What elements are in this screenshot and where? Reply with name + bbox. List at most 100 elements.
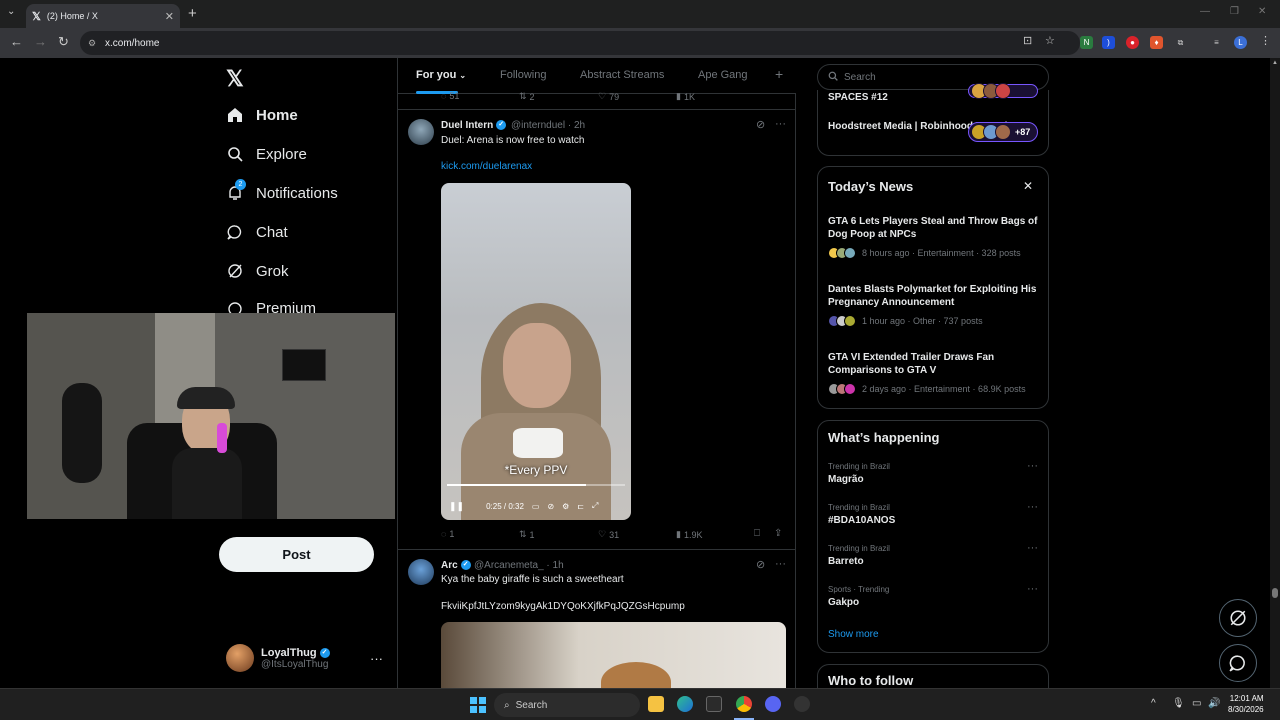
grok-icon[interactable]: ⊘ xyxy=(756,118,765,131)
windows-start-icon[interactable] xyxy=(470,697,486,713)
bookmark-star-icon[interactable]: ☆ xyxy=(1045,34,1055,47)
reply-button[interactable]: ◌ 1 xyxy=(441,529,454,539)
trend-name[interactable]: #BDA10ANOS xyxy=(828,515,895,526)
reply-button[interactable]: ◌ 51 xyxy=(441,91,459,101)
news-headline[interactable]: GTA VI Extended Trailer Draws Fan Compar… xyxy=(828,351,1040,377)
trend-name[interactable]: Magrão xyxy=(828,474,864,485)
tab-following[interactable]: Following xyxy=(500,69,546,81)
media-icon[interactable]: ≡ xyxy=(1210,36,1223,49)
page-scrollbar[interactable]: ▲ xyxy=(1270,58,1280,688)
share-icon[interactable]: ⇪ xyxy=(774,528,782,539)
grok-icon[interactable]: ⊘ xyxy=(756,558,765,571)
more-icon[interactable]: ··· xyxy=(1027,460,1038,472)
new-tab-icon[interactable]: + xyxy=(188,5,197,22)
forward-icon[interactable]: → xyxy=(34,34,47,49)
volume-icon[interactable]: 🔊 xyxy=(1208,698,1220,709)
bookmark-icon[interactable]: ⎕ xyxy=(754,528,760,539)
nav-chat[interactable]: Chat xyxy=(226,223,288,241)
tweet-link[interactable]: kick.com/duelarenax xyxy=(441,161,532,172)
space-listeners[interactable]: +87 xyxy=(968,122,1038,142)
news-headline[interactable]: GTA 6 Lets Players Steal and Throw Bags … xyxy=(828,215,1040,241)
views-button[interactable]: ▮ 1K xyxy=(676,91,695,102)
captions-icon[interactable]: ▭ xyxy=(532,502,540,511)
minimize-icon[interactable]: — xyxy=(1200,6,1210,17)
avatar[interactable] xyxy=(408,119,434,145)
more-icon[interactable]: ··· xyxy=(370,651,383,666)
more-icon[interactable]: ··· xyxy=(1027,583,1038,595)
taskbar-clock[interactable]: 12:01 AM 8/30/2026 xyxy=(1228,693,1264,715)
taskbar-search[interactable]: ⌕ Search xyxy=(494,693,640,717)
chrome-icon[interactable] xyxy=(736,696,752,712)
tweet-video[interactable]: *Every PPV ❚❚ 0:25 / 0:32 ▭ ⊘ ⚙ ⊏ ⤢ xyxy=(441,183,631,520)
browser-menu-icon[interactable]: ⋮ xyxy=(1260,34,1271,47)
trend-name[interactable]: Barreto xyxy=(828,556,864,567)
chat-fab-button[interactable] xyxy=(1219,644,1257,682)
extension-icon[interactable]: N xyxy=(1080,36,1093,49)
pip-icon[interactable]: ⊏ xyxy=(577,502,584,511)
tweet-author[interactable]: Arc ✓ xyxy=(441,560,471,571)
show-more-link[interactable]: Show more xyxy=(828,629,879,640)
nav-explore[interactable]: Explore xyxy=(226,145,307,163)
extensions-puzzle-icon[interactable]: ⧉ xyxy=(1174,36,1187,49)
nav-home[interactable]: Home xyxy=(226,106,298,124)
settings-icon[interactable] xyxy=(794,696,810,712)
add-tab-icon[interactable]: + xyxy=(775,66,783,82)
more-icon[interactable]: ··· xyxy=(1027,542,1038,554)
back-icon[interactable]: ← xyxy=(10,34,23,49)
settings-icon[interactable]: ⚙ xyxy=(562,502,569,511)
tweet-author[interactable]: Duel Intern ✓ xyxy=(441,120,507,131)
grok-fab-button[interactable] xyxy=(1219,599,1257,637)
extension-icon[interactable]: ● xyxy=(1126,36,1139,49)
edge-icon[interactable] xyxy=(677,696,693,712)
nav-grok[interactable]: Grok xyxy=(226,262,289,280)
display-icon[interactable]: ▭ xyxy=(1192,698,1201,709)
store-icon[interactable] xyxy=(706,696,722,712)
more-icon[interactable]: ··· xyxy=(1027,501,1038,513)
pause-icon[interactable]: ❚❚ xyxy=(449,501,464,512)
repost-button[interactable]: ⇅ 2 xyxy=(519,91,535,102)
tweet-handle[interactable]: @internduel · 2h xyxy=(511,120,585,131)
space-listeners[interactable] xyxy=(968,83,1038,99)
scroll-up-icon[interactable]: ▲ xyxy=(1272,60,1278,66)
extension-icon[interactable]: ♦ xyxy=(1150,36,1163,49)
nav-premium[interactable]: Premium xyxy=(226,300,316,313)
avatar[interactable] xyxy=(408,559,434,585)
repost-button[interactable]: ⇅ 1 xyxy=(519,529,535,540)
news-headline[interactable]: Dantes Blasts Polymarket for Exploiting … xyxy=(828,283,1040,309)
scrollbar-thumb[interactable] xyxy=(1272,588,1278,598)
mute-icon[interactable]: ⊘ xyxy=(547,502,554,511)
extension-icon[interactable]: ) xyxy=(1102,36,1115,49)
post-button[interactable]: Post xyxy=(219,537,374,572)
x-logo-icon[interactable]: 𝕏 xyxy=(226,66,244,92)
profile-avatar[interactable]: L xyxy=(1234,36,1247,49)
more-icon[interactable]: ··· xyxy=(775,558,786,570)
close-icon[interactable]: ✕ xyxy=(1023,179,1033,193)
install-app-icon[interactable]: ⊡ xyxy=(1023,34,1032,47)
site-info-icon[interactable]: ⚙ xyxy=(88,38,96,49)
tweet-handle[interactable]: @Arcanemeta_ · 1h xyxy=(474,560,564,571)
trend-name[interactable]: Gakpo xyxy=(828,597,859,608)
views-button[interactable]: ▮ 1.9K xyxy=(676,529,702,540)
microphone-icon[interactable]: 🎙 xyxy=(1172,698,1185,709)
tab-search-icon[interactable]: ⌄ xyxy=(7,6,15,17)
file-explorer-icon[interactable] xyxy=(648,696,664,712)
tray-overflow-icon[interactable]: ^ xyxy=(1151,698,1156,709)
fullscreen-icon[interactable]: ⤢ xyxy=(592,501,598,511)
like-button[interactable]: ♡ 79 xyxy=(598,91,619,102)
close-tab-icon[interactable]: ✕ xyxy=(165,10,174,23)
space-name[interactable]: SPACES #12 xyxy=(828,91,888,104)
tab-ape-gang[interactable]: Ape Gang xyxy=(698,69,748,81)
url-input[interactable]: ⚙ x.com/home xyxy=(80,31,1080,55)
tab-abstract-streams[interactable]: Abstract Streams xyxy=(580,69,664,81)
browser-tab[interactable]: 𝕏 (2) Home / X ✕ xyxy=(26,4,180,28)
tab-for-you[interactable]: For you ⌄ xyxy=(416,69,466,81)
video-progress-bar[interactable] xyxy=(447,484,625,486)
discord-icon[interactable] xyxy=(765,696,781,712)
window-close-icon[interactable]: ✕ xyxy=(1258,6,1266,17)
more-icon[interactable]: ··· xyxy=(775,118,786,130)
reload-icon[interactable]: ↻ xyxy=(58,34,69,50)
nav-notifications[interactable]: 2 Notifications xyxy=(226,179,338,202)
restore-icon[interactable]: ❐ xyxy=(1230,6,1239,17)
tweet-image[interactable] xyxy=(441,622,786,692)
like-button[interactable]: ♡ 31 xyxy=(598,529,619,540)
